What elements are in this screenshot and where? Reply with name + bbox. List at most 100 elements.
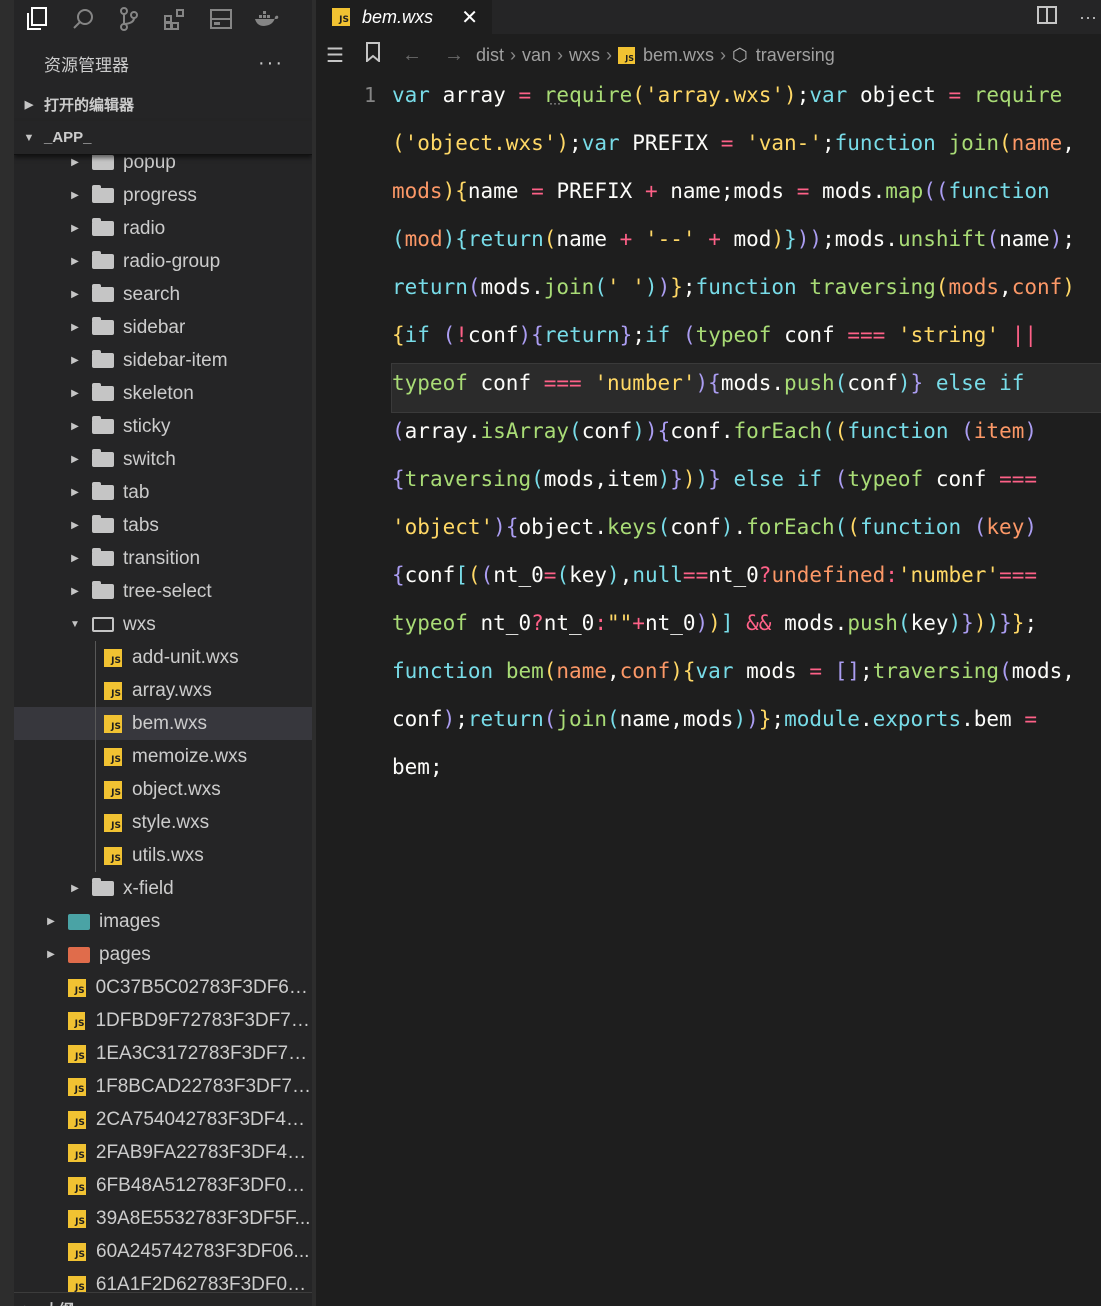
tree-file[interactable]: JS 1DFBD9F72783F3DF7B...	[14, 1004, 312, 1037]
folder-icon	[92, 581, 114, 599]
js-file-icon: JS	[332, 8, 350, 26]
extensions-icon[interactable]	[152, 0, 198, 38]
open-editors-section[interactable]: ▶ 打开的编辑器	[14, 88, 312, 121]
chevron-right-icon: ›	[509, 44, 516, 65]
tree-folder[interactable]: ▶ tree-select	[14, 575, 312, 608]
arrow-left-icon[interactable]: ←	[402, 44, 422, 67]
code-line: function bem(name,conf){var mods = [];tr…	[392, 659, 1075, 683]
folder-icon	[92, 548, 114, 566]
tree-item-label: pages	[99, 943, 151, 965]
tree-folder[interactable]: ▶ tab	[14, 476, 312, 509]
tab-title: bem.wxs	[362, 6, 434, 27]
tree-file[interactable]: JS style.wxs	[14, 806, 312, 839]
folder-open-icon	[92, 617, 114, 632]
code-content[interactable]: var array = require('array.wxs');var obj…	[391, 76, 1101, 796]
tree-folder[interactable]: ▼ wxs	[14, 608, 312, 641]
chevron-right-icon: ▶	[71, 586, 79, 597]
folder-icon	[92, 449, 114, 467]
tree-folder[interactable]: ▶ skeleton	[14, 377, 312, 410]
pages-folder-icon	[68, 946, 90, 963]
docker-icon[interactable]	[244, 0, 290, 38]
folder-icon	[92, 284, 114, 302]
line-number: 1	[363, 83, 376, 107]
chevron-right-icon: ▶	[47, 916, 55, 927]
tree-folder[interactable]: ▶ progress	[14, 179, 312, 212]
js-file-icon: JS	[104, 846, 122, 865]
tree-item-label: tabs	[123, 514, 159, 536]
bookmark-icon[interactable]	[365, 42, 380, 68]
chevron-right-icon: ▶	[47, 949, 55, 960]
tree-file[interactable]: JS object.wxs	[14, 773, 312, 806]
outline-section[interactable]: ▶ 大纲	[14, 1292, 312, 1306]
tree-folder[interactable]: ▶ radio	[14, 212, 312, 245]
tree-file[interactable]: JS 1EA3C3172783F3DF78...	[14, 1037, 312, 1070]
tree-file[interactable]: JS memoize.wxs	[14, 740, 312, 773]
tree-file[interactable]: JS 60A245742783F3DF06...	[14, 1235, 312, 1268]
js-file-icon: JS	[617, 46, 635, 64]
app-section[interactable]: ▼ _APP_	[14, 121, 312, 155]
more-actions-icon[interactable]: ···	[258, 52, 284, 75]
tree-file[interactable]: JS 2CA754042783F3DF4A...	[14, 1103, 312, 1136]
tree-folder[interactable]: ▶ x-field	[14, 872, 312, 905]
breadcrumb-item-symbol[interactable]: traversing	[756, 45, 835, 66]
more-actions-icon[interactable]: ···	[1079, 7, 1097, 28]
close-icon[interactable]: ✕	[461, 5, 478, 30]
tree-file[interactable]: JS add-unit.wxs	[14, 641, 312, 674]
tree-folder[interactable]: ▶ images	[14, 905, 312, 938]
tree-folder[interactable]: ▶ tabs	[14, 509, 312, 542]
tree-folder[interactable]: ▶ sidebar	[14, 311, 312, 344]
tree-item-label: 0C37B5C02783F3DF6A...	[95, 976, 312, 998]
chevron-right-icon: ▶	[71, 223, 79, 234]
tree-file[interactable]: JS array.wxs	[14, 674, 312, 707]
tree-item-label: sidebar-item	[123, 349, 228, 371]
code-line: return(mods.join(' '))};function travers…	[392, 275, 1075, 299]
js-file-icon: JS	[68, 1209, 86, 1228]
breadcrumb-item-wxs[interactable]: wxs	[569, 45, 600, 66]
activity-bar	[0, 0, 15, 1306]
editor-actions: ···	[1037, 0, 1101, 34]
sidebar-header: 资源管理器 ···	[14, 38, 312, 88]
js-file-icon: JS	[68, 1143, 86, 1162]
folder-icon	[92, 515, 114, 533]
search-icon[interactable]	[60, 0, 106, 38]
tree-file[interactable]: JS utils.wxs	[14, 839, 312, 872]
source-control-icon[interactable]	[106, 0, 152, 38]
tree-folder[interactable]: ▶ radio-group	[14, 245, 312, 278]
tree-folder[interactable]: ▶ sidebar-item	[14, 344, 312, 377]
remote-explorer-icon[interactable]	[198, 0, 244, 38]
js-file-icon: JS	[104, 747, 122, 766]
tab-bem-wxs[interactable]: JS bem.wxs ✕	[316, 0, 492, 34]
tree-folder[interactable]: ▶ transition	[14, 542, 312, 575]
list-icon[interactable]: ☰	[326, 43, 344, 68]
tree-item-label: radio-group	[123, 250, 221, 272]
tree-file[interactable]: JS bem.wxs	[14, 707, 312, 740]
tree-file[interactable]: JS 6FB48A512783F3DF09...	[14, 1169, 312, 1202]
tree-file[interactable]: JS 2FAB9FA22783F3DF49...	[14, 1136, 312, 1169]
breadcrumb-item-dist[interactable]: dist	[476, 45, 504, 66]
explorer-icon[interactable]	[14, 0, 60, 38]
breadcrumb-item-file[interactable]: bem.wxs	[643, 45, 714, 66]
tree-file[interactable]: JS 0C37B5C02783F3DF6A...	[14, 971, 312, 1004]
js-file-icon: JS	[68, 1110, 86, 1129]
explorer-sidebar: 资源管理器 ··· ▶ 打开的编辑器 ▼ _APP_ ▶ popup ▶ progre…	[14, 38, 312, 1306]
tree-item-label: 1F8BCAD22783F3DF79...	[95, 1075, 312, 1097]
tree-folder[interactable]: ▶ sticky	[14, 410, 312, 443]
tree-file[interactable]: JS 39A8E5532783F3DF5F...	[14, 1202, 312, 1235]
tree-file[interactable]: JS 1F8BCAD22783F3DF79...	[14, 1070, 312, 1103]
app-section-label: _APP_	[44, 129, 92, 146]
breadcrumb-item-van[interactable]: van	[522, 45, 551, 66]
code-editor[interactable]: 1 var array = require('array.wxs');var o…	[316, 76, 1101, 1306]
tree-folder[interactable]: ▶ pages	[14, 938, 312, 971]
chevron-right-icon: ▶	[71, 487, 79, 498]
folder-icon	[92, 350, 114, 368]
tree-item-label: tree-select	[123, 580, 212, 602]
code-line: (array.isArray(conf)){conf.forEach((func…	[392, 419, 1038, 443]
split-editor-icon[interactable]	[1037, 5, 1058, 29]
tree-folder[interactable]: ▶ popup	[14, 154, 312, 179]
tree-item-label: 60A245742783F3DF06...	[96, 1240, 310, 1262]
tree-file[interactable]: JS 61A1F2D62783F3DF07...	[14, 1268, 312, 1292]
tree-folder[interactable]: ▶ search	[14, 278, 312, 311]
tree-item-label: radio	[123, 217, 166, 239]
arrow-right-icon[interactable]: →	[444, 44, 464, 67]
tree-folder[interactable]: ▶ switch	[14, 443, 312, 476]
